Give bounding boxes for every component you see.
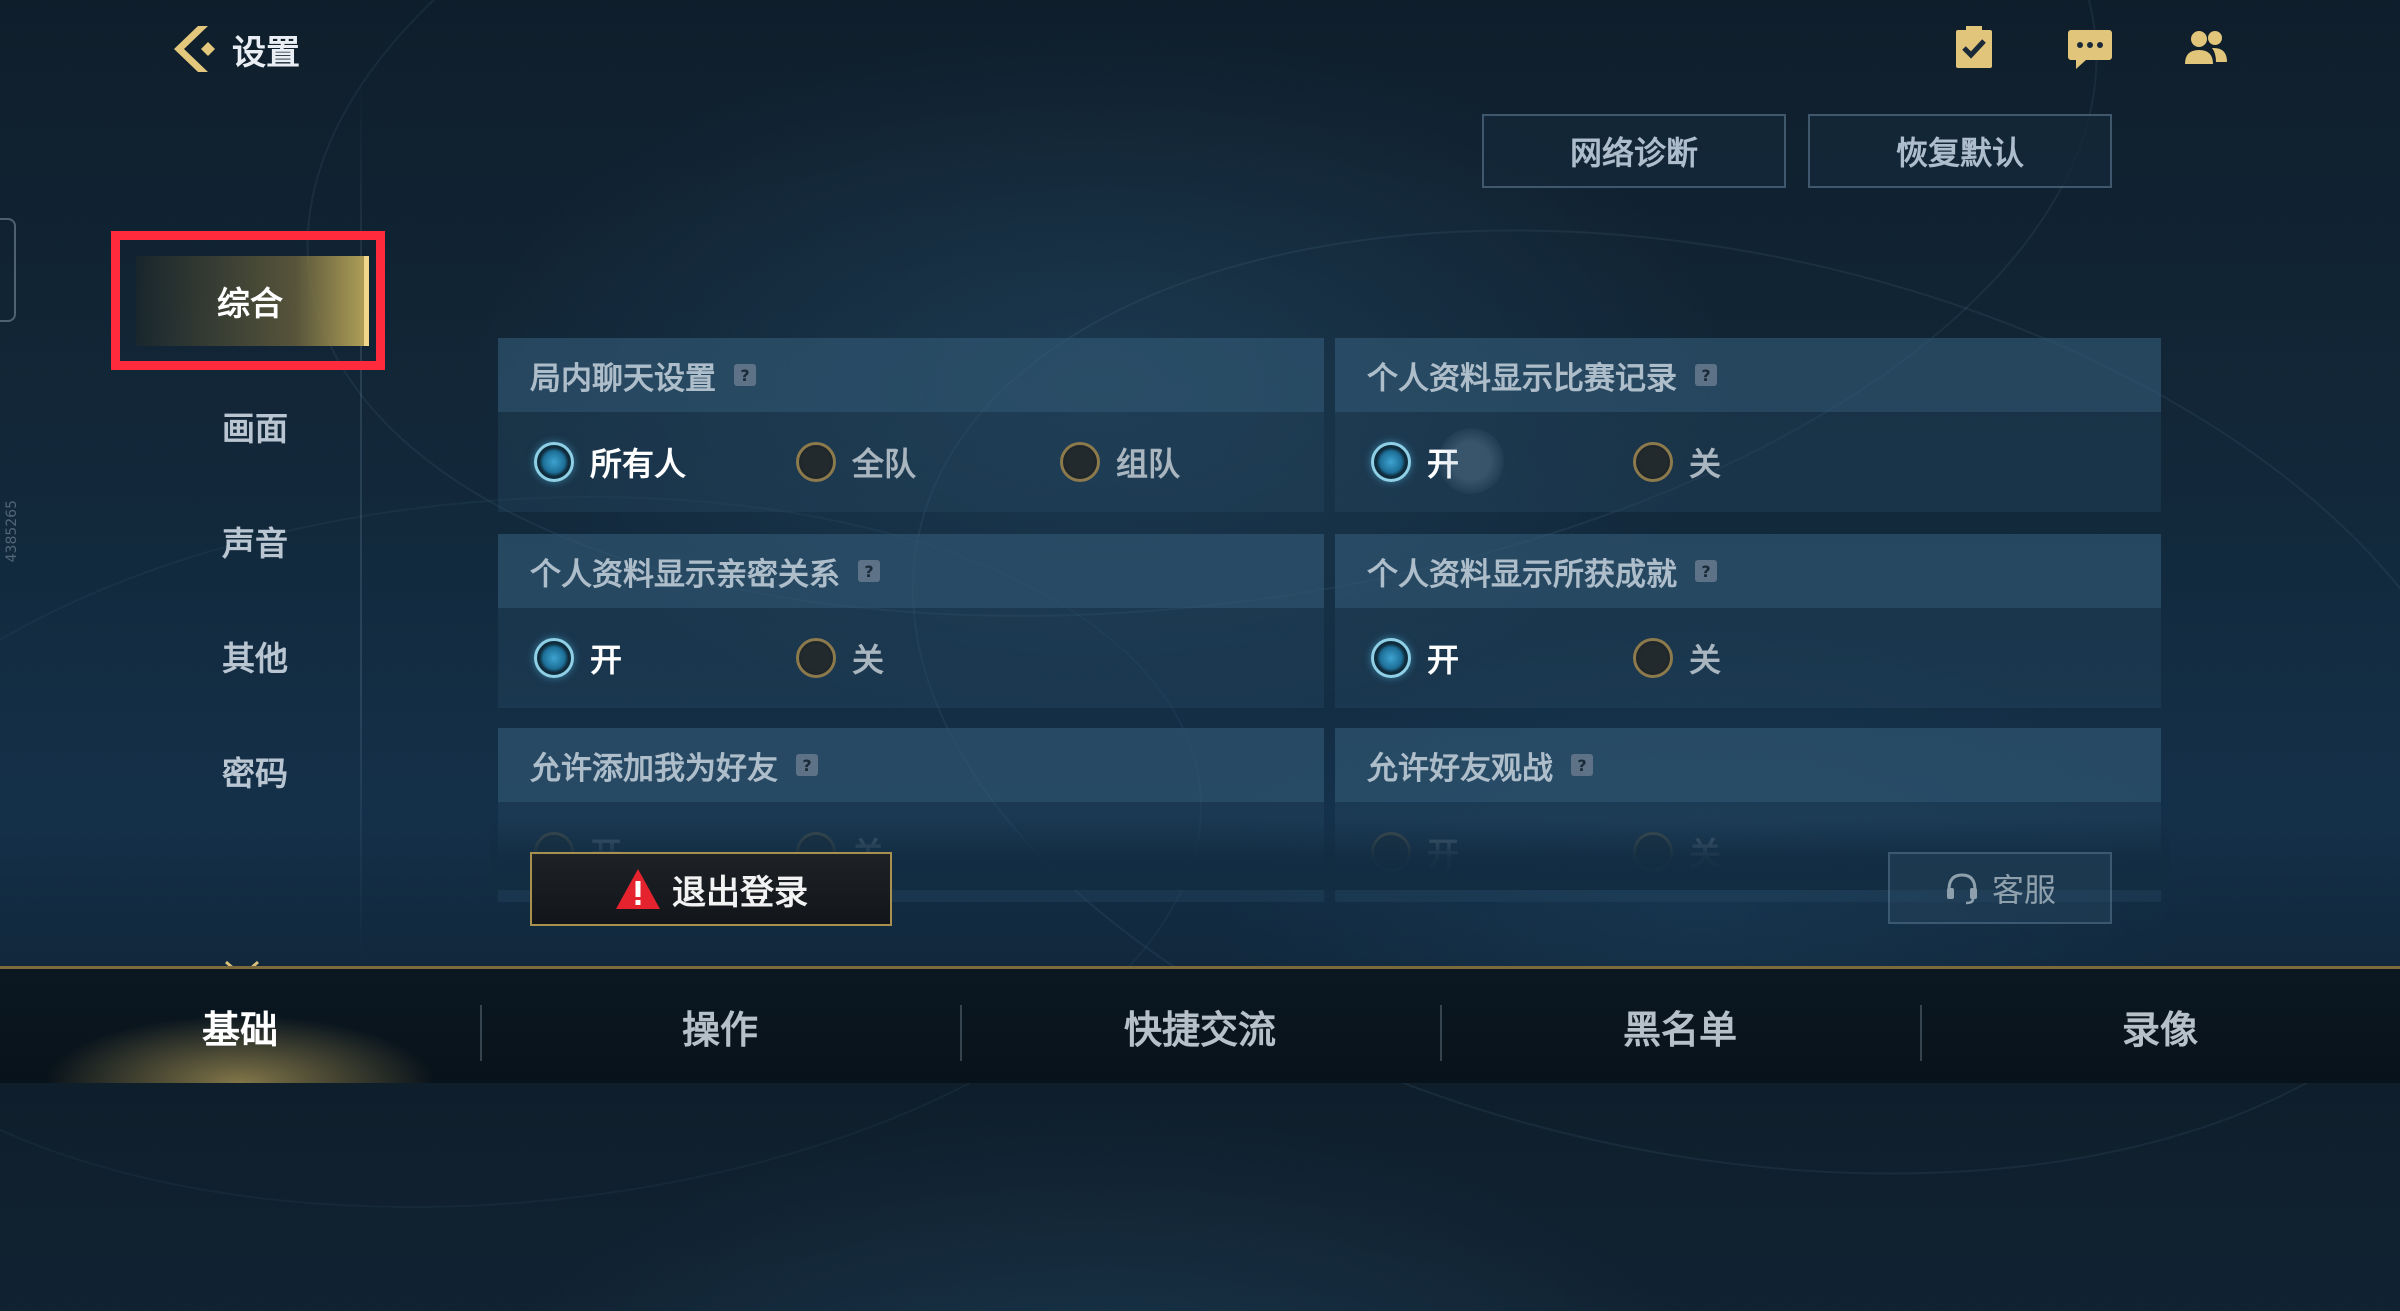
tab-quick-chat[interactable]: 快捷交流 [960,969,1440,1083]
in-game-chat-panel: 局内聊天设置 ? 所有人 全队 组队 [498,338,1324,512]
radio-selected-icon [534,638,574,678]
back-button[interactable]: 设置 [168,22,300,76]
radio-label: 关 [1689,835,1722,873]
tab-controls[interactable]: 操作 [480,969,960,1083]
radio-unselected-icon [1633,442,1673,482]
warning-icon [616,869,660,909]
help-icon[interactable]: ? [734,364,756,386]
tab-blacklist[interactable]: 黑名单 [1440,969,1920,1083]
radio-selected-icon [1371,442,1411,482]
radio-off[interactable]: 关 [1633,830,1721,874]
help-icon[interactable]: ? [796,754,818,776]
radio-label: 开 [1427,445,1460,483]
sidebar-item-graphics[interactable]: 画面 [140,381,370,471]
tab-basic[interactable]: 基础 [0,969,480,1083]
sidebar-item-other[interactable]: 其他 [140,611,370,701]
radio-on[interactable]: 开 [1371,440,1459,484]
radio-icon [1633,832,1673,872]
panel-title: 个人资料显示所获成就 [1367,556,1677,593]
radio-selected-icon [534,442,574,482]
radio-unselected-icon [796,638,836,678]
radio-label: 开 [590,641,623,679]
radio-on[interactable]: 开 [534,636,622,680]
panel-title: 个人资料显示亲密关系 [530,556,840,593]
sidebar-item-password[interactable]: 密码 [140,726,370,816]
radio-label: 开 [1427,835,1460,873]
radio-label: 关 [852,641,885,679]
radio-icon [1371,832,1411,872]
radio-unselected-icon [796,442,836,482]
radio-off[interactable]: 关 [796,636,884,680]
help-icon[interactable]: ? [1695,560,1717,582]
radio-premade[interactable]: 组队 [1060,440,1180,484]
help-icon[interactable]: ? [1695,364,1717,386]
network-diagnosis-button[interactable]: 网络诊断 [1482,114,1786,188]
chat-message-icon[interactable] [2066,24,2114,72]
customer-service-label: 客服 [1991,871,2056,909]
radio-on[interactable]: 开 [1371,636,1459,680]
radio-label: 组队 [1116,445,1181,483]
radio-label: 关 [1689,641,1722,679]
help-icon[interactable]: ? [858,560,880,582]
radio-all-team[interactable]: 全队 [796,440,916,484]
radio-off[interactable]: 关 [1633,440,1721,484]
radio-label: 所有人 [590,445,687,483]
side-drawer-handle[interactable] [0,218,16,322]
headset-icon [1946,873,1977,905]
radio-everyone[interactable]: 所有人 [534,440,686,484]
panel-title: 允许添加我为好友 [530,750,778,787]
sidebar-item-general[interactable]: 综合 [136,256,369,346]
logout-label: 退出登录 [672,872,808,913]
radio-on[interactable]: 开 [1371,830,1459,874]
customer-service-button[interactable]: 客服 [1888,852,2112,924]
sidebar-item-sound[interactable]: 声音 [140,496,370,586]
task-clipboard-icon[interactable] [1950,24,1998,72]
show-achievements-panel: 个人资料显示所获成就 ? 开 关 [1335,534,2161,708]
back-chevron-icon [174,26,215,72]
panel-title: 允许好友观战 [1367,750,1553,787]
panel-title: 局内聊天设置 [530,360,716,397]
radio-selected-icon [1371,638,1411,678]
radio-unselected-icon [1060,442,1100,482]
radio-label: 开 [1427,641,1460,679]
radio-label: 关 [1689,445,1722,483]
friends-icon[interactable] [2182,24,2230,72]
side-id-text: 4385265 [4,500,20,563]
radio-unselected-icon [1633,638,1673,678]
bottom-tab-bar: 基础 操作 快捷交流 黑名单 录像 [0,966,2400,1083]
restore-default-button[interactable]: 恢复默认 [1808,114,2112,188]
radio-label: 全队 [852,445,917,483]
show-intimacy-panel: 个人资料显示亲密关系 ? 开 关 [498,534,1324,708]
show-match-record-panel: 个人资料显示比赛记录 ? 开 关 [1335,338,2161,512]
page-title: 设置 [232,32,300,73]
help-icon[interactable]: ? [1571,754,1593,776]
logout-button[interactable]: 退出登录 [530,852,892,926]
tab-replays[interactable]: 录像 [1920,969,2400,1083]
radio-off[interactable]: 关 [1633,636,1721,680]
panel-title: 个人资料显示比赛记录 [1367,360,1677,397]
